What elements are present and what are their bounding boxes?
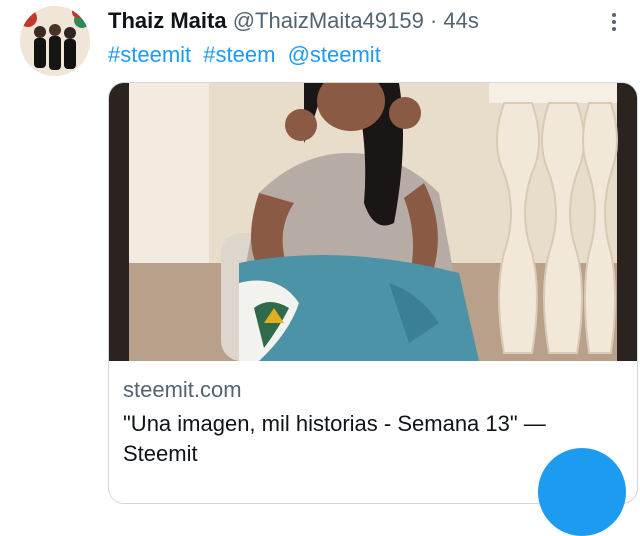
tweet-header: Thaiz Maita @ThaizMaita49159 · 44s xyxy=(108,6,479,36)
display-name[interactable]: Thaiz Maita xyxy=(108,8,227,33)
mention-steemit[interactable]: @steemit xyxy=(288,42,381,67)
timestamp[interactable]: 44s xyxy=(443,8,478,33)
separator-dot: · xyxy=(429,8,438,33)
avatar[interactable] xyxy=(20,6,90,76)
link-preview-card[interactable]: steemit.com "Una imagen, mil historias -… xyxy=(108,82,638,504)
avatar-image xyxy=(20,6,90,76)
hashtag-steem[interactable]: #steem xyxy=(203,42,275,67)
link-preview-image[interactable] xyxy=(109,83,637,361)
link-title[interactable]: "Una imagen, mil historias - Semana 13" … xyxy=(123,409,623,469)
user-handle[interactable]: @ThaizMaita49159 xyxy=(233,8,424,33)
link-preview-text: steemit.com "Una imagen, mil historias -… xyxy=(123,375,623,469)
more-options-icon[interactable] xyxy=(602,10,626,34)
link-domain[interactable]: steemit.com xyxy=(123,375,623,405)
compose-fab-icon[interactable] xyxy=(538,448,626,536)
preview-photo xyxy=(109,83,637,361)
tweet-text: #steemit #steem @steemit xyxy=(108,40,387,70)
hashtag-steemit[interactable]: #steemit xyxy=(108,42,191,67)
